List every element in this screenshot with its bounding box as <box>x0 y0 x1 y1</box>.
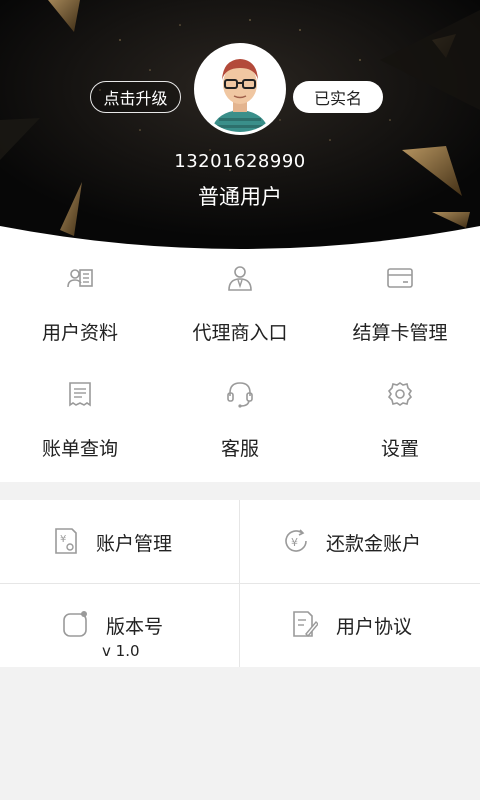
document-edit-icon <box>293 611 318 638</box>
app-root: { "header": { "upgrade_label": "点击升级", "… <box>0 0 480 800</box>
headset-icon <box>227 382 253 408</box>
svg-text:¥: ¥ <box>60 534 66 545</box>
version-icon <box>63 611 87 637</box>
verified-badge: 已实名 <box>293 81 383 113</box>
repayment-account-label: 还款金账户 <box>326 533 422 555</box>
feature-grid: 用户资料 代理商入口 结算卡管理 账单查询 客服 设置 <box>0 250 480 482</box>
svg-text:¥: ¥ <box>291 536 298 549</box>
user-level: 普通用户 <box>198 185 282 209</box>
account-settings-icon: ¥ <box>55 528 77 554</box>
gear-icon <box>387 382 413 406</box>
avatar-illustration <box>197 46 283 132</box>
profile-header: 点击升级 已实名 13201628990 普通用户 <box>0 0 480 250</box>
grid-item-label: 账单查询 <box>41 438 118 460</box>
bank-card-icon <box>387 268 413 288</box>
user-agreement-item[interactable]: 用户协议 <box>240 584 480 667</box>
grid-item-settlement-card[interactable]: 结算卡管理 <box>320 250 480 366</box>
agent-icon <box>228 266 252 291</box>
phone-number: 13201628990 <box>174 151 306 172</box>
grid-item-label: 客服 <box>220 438 259 460</box>
grid-item-label: 用户资料 <box>41 322 118 344</box>
grid-item-user-profile[interactable]: 用户资料 <box>0 250 160 366</box>
grid-item-bill-query[interactable]: 账单查询 <box>0 366 160 482</box>
list-divider-horizontal <box>0 583 480 584</box>
user-card-icon <box>67 269 93 288</box>
grid-item-agent-entry[interactable]: 代理商入口 <box>160 250 320 366</box>
grid-item-label: 设置 <box>380 438 419 460</box>
repayment-account-item[interactable]: ¥ 还款金账户 <box>240 500 480 583</box>
account-management-item[interactable]: ¥ 账户管理 <box>0 500 240 583</box>
version-item[interactable]: 版本号 v 1.0 <box>0 584 240 667</box>
upgrade-button[interactable]: 点击升级 <box>90 81 181 113</box>
version-value: v 1.0 <box>102 642 140 660</box>
user-agreement-label: 用户协议 <box>336 616 413 638</box>
receipt-icon <box>69 382 91 407</box>
avatar[interactable] <box>194 43 286 135</box>
grid-item-customer-service[interactable]: 客服 <box>160 366 320 482</box>
version-label: 版本号 <box>106 616 164 638</box>
account-management-label: 账户管理 <box>96 533 173 555</box>
grid-item-label: 结算卡管理 <box>352 322 448 344</box>
grid-item-label: 代理商入口 <box>192 322 288 344</box>
yen-refresh-icon: ¥ <box>285 529 307 552</box>
grid-item-settings[interactable]: 设置 <box>320 366 480 482</box>
